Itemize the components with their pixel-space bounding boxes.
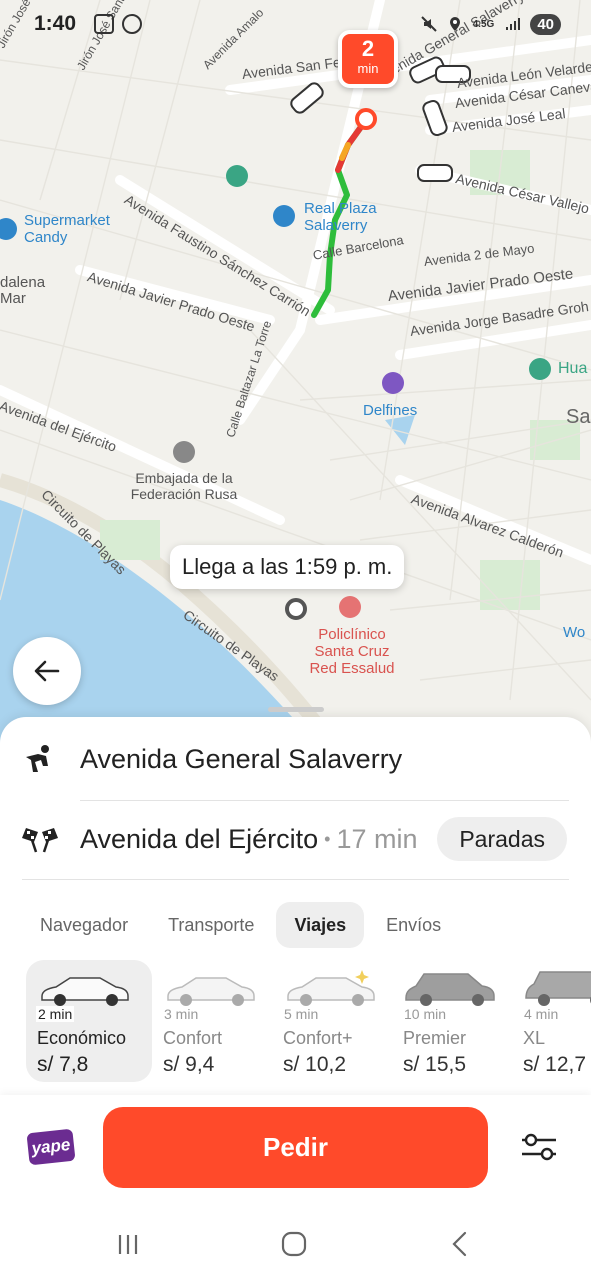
- origin-row[interactable]: Avenida General Salaverry: [0, 719, 591, 801]
- mute-icon: [420, 16, 437, 32]
- sync-icon: [122, 14, 143, 34]
- tab-viajes[interactable]: Viajes: [276, 902, 365, 948]
- trip-options-icon[interactable]: [518, 1130, 560, 1164]
- status-bar: 1:40 4.5G 40: [0, 0, 591, 48]
- tariff-name: Premier: [403, 1028, 467, 1048]
- tariff-card-confort-plus[interactable]: 5 min Confort+ s/ 10,2: [272, 960, 398, 1082]
- tariff-name: Confort: [163, 1028, 223, 1048]
- home-icon[interactable]: [274, 1228, 314, 1260]
- tariff-name: Confort+: [283, 1028, 353, 1048]
- poi-clinic[interactable]: Policlínico Santa Cruz Red Essalud: [302, 626, 402, 677]
- car-icon: [167, 977, 255, 1006]
- separator-dot: •: [324, 828, 331, 849]
- status-time: 1:40: [34, 12, 77, 35]
- car-icon: [41, 977, 129, 1006]
- back-button[interactable]: [13, 637, 81, 705]
- tariff-eta: 2 min: [36, 1006, 75, 1022]
- network-type: 4.5G: [472, 18, 495, 30]
- map-view[interactable]: Avenida San Fe Avenida General Salaverry…: [0, 0, 591, 760]
- tariff-eta: 10 min: [402, 1006, 449, 1022]
- poi-supermarket[interactable]: Supermarket Candy: [24, 212, 134, 246]
- tariff-eta: 5 min: [282, 1006, 321, 1022]
- notification-icons: [94, 14, 143, 34]
- car-sparkle-icon: [287, 970, 375, 1006]
- tariff-carousel[interactable]: 2 min Económico s/ 7,8 3 min Confort s/ …: [26, 960, 591, 1082]
- poi-delfines[interactable]: Delfines: [363, 402, 417, 419]
- tariff-card-premier[interactable]: 10 min Premier s/ 15,5: [392, 960, 518, 1082]
- tariff-price: s/ 10,2: [283, 1053, 347, 1076]
- tariff-price: s/ 7,8: [37, 1053, 89, 1076]
- tariff-price: s/ 12,7: [523, 1053, 587, 1076]
- action-bar: yape Pedir: [0, 1095, 591, 1200]
- app-root: Avenida San Fe Avenida General Salaverry…: [0, 0, 591, 1280]
- tariff-card-xl[interactable]: 4 min XL s/ 12,7: [512, 960, 591, 1082]
- location-icon: [449, 17, 460, 31]
- tariff-eta: 4 min: [522, 1006, 561, 1022]
- minivan-icon: [525, 971, 591, 1006]
- arrow-left-icon: [34, 660, 60, 682]
- system-nav-bar: [0, 1200, 591, 1280]
- stops-button[interactable]: Paradas: [437, 817, 567, 861]
- status-right: 4.5G 40: [420, 13, 561, 35]
- poi-magdalena: dalena Mar: [0, 274, 46, 307]
- tab-envios[interactable]: Envíos: [368, 902, 459, 948]
- tariff-name: Económico: [37, 1028, 127, 1048]
- tab-navegador[interactable]: Navegador: [22, 902, 146, 948]
- trip-duration: 17 min: [336, 823, 418, 854]
- section-divider: [22, 879, 569, 880]
- suv-icon: [405, 973, 495, 1006]
- tariff-price: s/ 15,5: [403, 1053, 467, 1076]
- tariff-name: XL: [523, 1028, 546, 1048]
- tariff-card-confort[interactable]: 3 min Confort s/ 9,4: [152, 960, 278, 1082]
- payment-method-button[interactable]: yape: [26, 1128, 76, 1166]
- poi-wo: Wo: [563, 624, 586, 641]
- destination-address: Avenida del Ejército: [80, 823, 319, 854]
- order-button[interactable]: Pedir: [103, 1107, 488, 1188]
- destination-row[interactable]: Avenida del Ejército • 17 min Paradas: [0, 799, 591, 879]
- tariff-card-economico[interactable]: 2 min Económico s/ 7,8: [26, 960, 152, 1082]
- tariff-eta: 3 min: [162, 1006, 201, 1022]
- checkered-flags-icon: [0, 824, 80, 854]
- service-tabs: Navegador Transporte Viajes Envíos: [22, 902, 459, 948]
- origin-address: Avenida General Salaverry: [80, 743, 403, 774]
- poi-embassy[interactable]: Embajada de la Federación Rusa: [118, 470, 250, 502]
- battery-indicator: 40: [530, 13, 561, 35]
- poi-hua: Hua: [558, 360, 588, 377]
- signal-icon: [506, 18, 521, 30]
- screenshot-icon: [94, 14, 115, 34]
- eta-unit: min: [357, 61, 379, 76]
- sheet-handle[interactable]: [268, 707, 324, 712]
- tab-transporte[interactable]: Transporte: [150, 902, 272, 948]
- district-label: Sa: [566, 406, 591, 428]
- recent-apps-icon[interactable]: [108, 1228, 148, 1260]
- poi-real-plaza[interactable]: Real Plaza Salaverry: [304, 200, 394, 234]
- back-nav-icon[interactable]: [440, 1228, 480, 1260]
- arrival-time-bubble: Llega a las 1:59 p. m.: [170, 545, 405, 589]
- pickup-person-icon: [0, 744, 80, 774]
- tariff-price: s/ 9,4: [163, 1053, 215, 1076]
